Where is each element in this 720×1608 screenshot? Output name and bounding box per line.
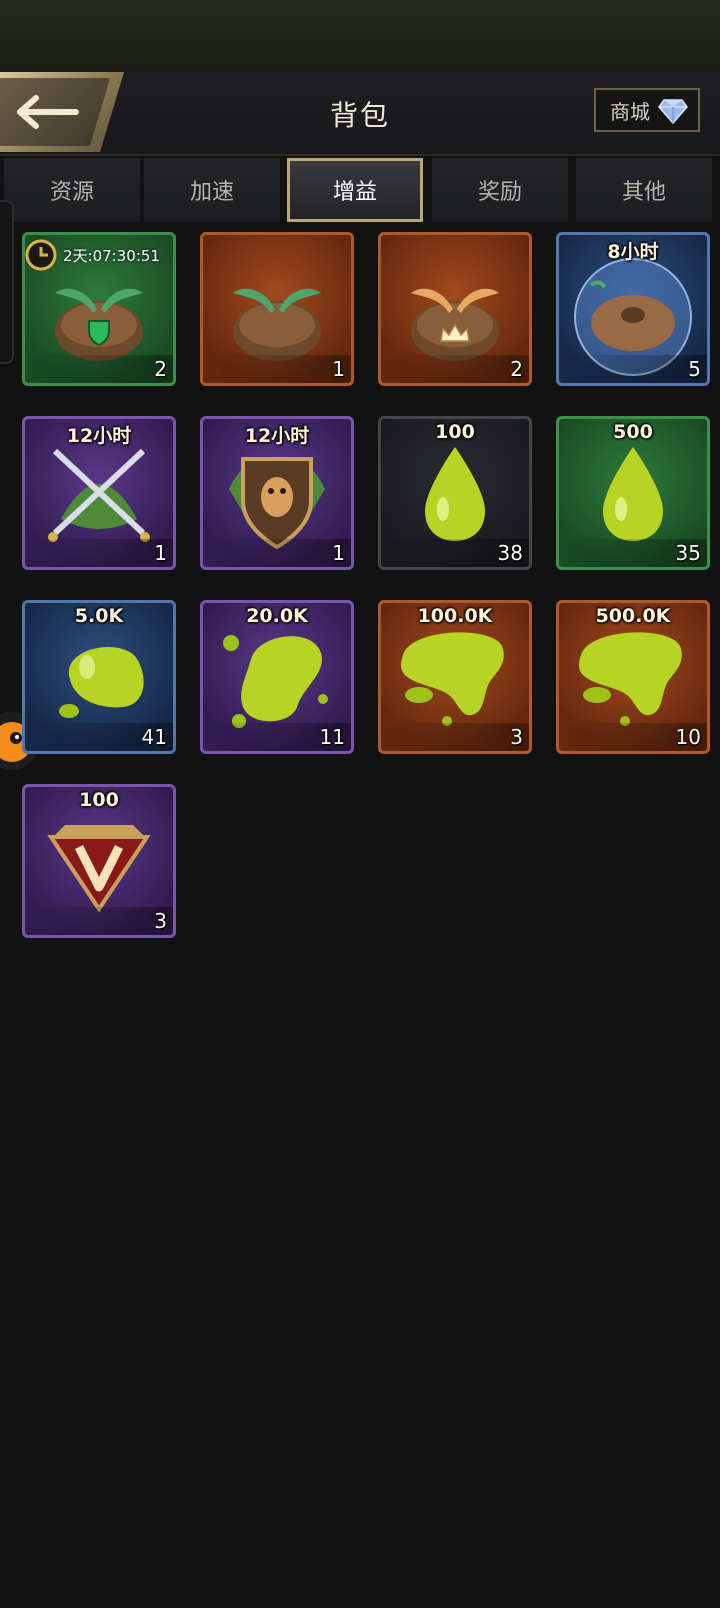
item-count: 3 <box>154 909 167 933</box>
item-count: 11 <box>319 725 345 749</box>
item-tag: 100 <box>435 421 475 443</box>
quantity-strip <box>559 355 707 383</box>
clock-icon <box>25 239 57 271</box>
item-slot[interactable]: 100.0K 3 <box>378 600 532 754</box>
quantity-strip <box>381 723 529 751</box>
item-count: 1 <box>332 541 345 565</box>
item-slot[interactable]: 5.0K 41 <box>22 600 176 754</box>
item-slot[interactable]: 12小时 1 <box>200 416 354 570</box>
item-count: 41 <box>141 725 167 749</box>
item-count: 5 <box>688 357 701 381</box>
item-count: 3 <box>510 725 523 749</box>
item-slot[interactable]: 1 <box>200 232 354 386</box>
quantity-strip <box>25 907 173 935</box>
item-count: 35 <box>675 541 701 565</box>
quantity-strip <box>25 539 173 567</box>
item-slot[interactable]: 100 3 <box>22 784 176 938</box>
item-slot[interactable]: 100 38 <box>378 416 532 570</box>
quantity-strip <box>381 355 529 383</box>
item-slot[interactable]: 500.0K 10 <box>556 600 710 754</box>
item-count: 38 <box>497 541 523 565</box>
item-slot[interactable]: 8小时 5 <box>556 232 710 386</box>
item-tag: 100.0K <box>417 605 493 627</box>
item-tag: 500.0K <box>595 605 671 627</box>
inventory-grid: 2天:07:30:51 2 1 2 8小时 5 12小时 1 12小时 1 10… <box>0 0 720 1608</box>
item-slot[interactable]: 20.0K 11 <box>200 600 354 754</box>
buff-timer: 2天:07:30:51 <box>25 239 160 271</box>
item-count: 10 <box>675 725 701 749</box>
item-tag: 8小时 <box>607 241 659 263</box>
item-slot[interactable]: 2天:07:30:51 2 <box>22 232 176 386</box>
item-slot[interactable]: 500 35 <box>556 416 710 570</box>
item-slot[interactable]: 2 <box>378 232 532 386</box>
item-tag: 100 <box>79 789 119 811</box>
item-tag: 5.0K <box>74 605 124 627</box>
item-count: 1 <box>154 541 167 565</box>
quantity-strip <box>203 355 351 383</box>
item-tag: 500 <box>613 421 653 443</box>
quantity-strip <box>203 539 351 567</box>
item-tag: 12小时 <box>244 425 310 447</box>
item-count: 2 <box>154 357 167 381</box>
item-tag: 12小时 <box>66 425 132 447</box>
item-count: 1 <box>332 357 345 381</box>
item-tag: 20.0K <box>246 605 308 627</box>
item-slot[interactable]: 12小时 1 <box>22 416 176 570</box>
item-count: 2 <box>510 357 523 381</box>
timer-text: 2天:07:30:51 <box>63 246 160 265</box>
quantity-strip <box>25 355 173 383</box>
